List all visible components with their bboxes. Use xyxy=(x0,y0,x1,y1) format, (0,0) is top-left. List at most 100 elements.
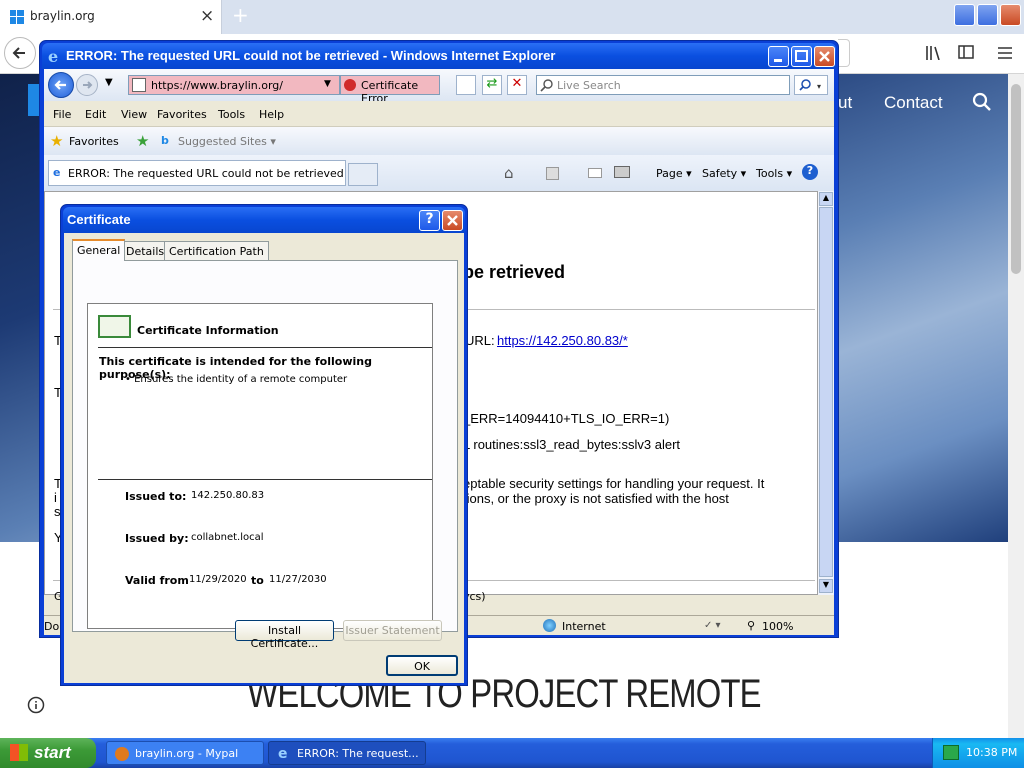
issued-to-value: 142.250.80.83 xyxy=(191,490,265,501)
home-icon[interactable]: ⌂ xyxy=(504,164,514,182)
maximize-button[interactable] xyxy=(977,4,998,26)
help-button[interactable]: ? xyxy=(419,210,440,231)
ie-window-title: ERROR: The requested URL could not be re… xyxy=(66,48,556,63)
forward-button[interactable] xyxy=(76,74,98,96)
address-dropdown-icon[interactable]: ▼ xyxy=(324,79,331,89)
close-tab-icon[interactable]: × xyxy=(200,6,214,26)
clock[interactable]: 10:38 PM xyxy=(966,746,1017,759)
site-nav-partial[interactable]: ut xyxy=(838,93,852,113)
zoom-level[interactable]: 100% xyxy=(762,620,793,633)
tools-menu[interactable]: Tools ▾ xyxy=(756,167,792,180)
ie-logo-icon: e xyxy=(47,48,63,64)
ie-tab-title: ERROR: The requested URL could not be re… xyxy=(68,167,344,180)
zoom-icon: ⚲ xyxy=(747,619,756,632)
divider xyxy=(98,347,432,348)
site-search-icon[interactable] xyxy=(972,92,992,112)
ie-close-button[interactable] xyxy=(814,46,835,67)
scroll-down-arrow[interactable]: ▼ xyxy=(819,579,833,593)
stop-icon[interactable]: ✕ xyxy=(507,75,527,95)
ie-title-bar[interactable]: e ERROR: The requested URL could not be … xyxy=(42,43,836,69)
tab-certification-path[interactable]: Certification Path xyxy=(164,241,269,260)
menu-edit[interactable]: Edit xyxy=(85,108,106,121)
compat-view-icon[interactable] xyxy=(456,75,476,95)
zone-label: Internet xyxy=(562,620,606,633)
outer-tab-title: braylin.org xyxy=(30,9,95,23)
page-scrollbar[interactable] xyxy=(1008,74,1024,738)
url-link[interactable]: https://142.250.80.83/* xyxy=(497,333,628,348)
close-button[interactable] xyxy=(1000,4,1021,26)
start-label: start xyxy=(34,743,71,762)
ie-active-tab[interactable]: e ERROR: The requested URL could not be … xyxy=(48,160,346,186)
suggested-sites-button[interactable]: Suggested Sites ▾ xyxy=(178,135,276,148)
favorites-button[interactable]: Favorites xyxy=(69,135,119,148)
new-tab-button[interactable]: + xyxy=(232,3,249,27)
ie-scrollbar[interactable]: ▲ ▼ xyxy=(818,191,834,595)
certificate-error-button[interactable]: Certificate Error xyxy=(340,75,440,105)
para-line-1: eptable security settings for handling y… xyxy=(463,476,765,491)
outer-url-bar[interactable] xyxy=(838,39,850,67)
safety-menu[interactable]: Safety ▾ xyxy=(702,167,746,180)
protected-mode-icon[interactable]: ✓ ▾ xyxy=(704,620,721,631)
body-frag-i: i xyxy=(54,490,57,505)
certificate-title-bar[interactable]: Certificate ? xyxy=(63,207,465,233)
ie-minimize-button[interactable] xyxy=(768,46,789,67)
info-icon[interactable] xyxy=(27,696,45,714)
minimize-button[interactable] xyxy=(954,4,975,26)
refresh-icon[interactable]: ⇄ xyxy=(482,75,502,95)
taskbar-item-ie[interactable]: e ERROR: The request... xyxy=(268,741,426,765)
mypal-icon xyxy=(115,747,129,761)
search-field[interactable]: Live Search xyxy=(536,75,790,95)
error-line-2: L routines:ssl3_read_bytes:sslv3 alert xyxy=(463,437,681,452)
valid-to-label: to xyxy=(251,574,264,587)
menu-view[interactable]: View xyxy=(121,108,147,121)
tab-general[interactable]: General xyxy=(72,239,126,261)
certificate-close-button[interactable] xyxy=(442,210,463,231)
taskbar-item-label: braylin.org - Mypal xyxy=(135,747,239,760)
scroll-thumb[interactable] xyxy=(819,207,833,577)
error-line-1: _ERR=14094410+TLS_IO_ERR=1) xyxy=(463,411,670,426)
network-icon[interactable] xyxy=(943,745,959,760)
suggested-sites-icon: b xyxy=(161,134,169,147)
search-button[interactable]: ▾ xyxy=(794,75,828,95)
para-line-2: tions, or the proxy is not satisfied wit… xyxy=(463,491,729,506)
history-dropdown-icon[interactable]: ▼ xyxy=(105,77,113,88)
library-icon[interactable] xyxy=(926,46,942,60)
print-icon[interactable] xyxy=(614,166,630,178)
taskbar-item-mypal[interactable]: braylin.org - Mypal xyxy=(106,741,264,765)
new-tab-button[interactable] xyxy=(348,163,378,186)
menu-tools[interactable]: Tools xyxy=(218,108,245,121)
page-menu[interactable]: Page ▾ xyxy=(656,167,692,180)
menu-help[interactable]: Help xyxy=(259,108,284,121)
address-bar[interactable]: https://www.braylin.org/ xyxy=(128,75,340,95)
ok-button[interactable]: OK xyxy=(386,655,458,676)
menu-icon[interactable] xyxy=(998,46,1012,60)
menu-favorites[interactable]: Favorites xyxy=(157,108,207,121)
install-certificate-button[interactable]: Install Certificate... xyxy=(235,620,334,650)
tab-details[interactable]: Details xyxy=(121,241,170,260)
page-scrollbar-thumb[interactable] xyxy=(1011,84,1021,274)
favorites-star-icon[interactable]: ★ xyxy=(50,132,63,150)
back-button[interactable] xyxy=(4,37,36,69)
svg-text:e: e xyxy=(48,48,58,64)
windows-logo-icon xyxy=(10,10,24,24)
certificate-title: Certificate xyxy=(67,212,131,227)
add-favorites-icon[interactable]: ★ xyxy=(136,132,149,150)
outer-tab[interactable]: braylin.org × xyxy=(0,0,222,34)
search-placeholder: Live Search xyxy=(557,79,621,92)
certificate-icon xyxy=(98,315,131,338)
error-heading: be retrieved xyxy=(463,262,566,282)
menu-file[interactable]: File xyxy=(53,108,71,121)
valid-from-value: 11/29/2020 xyxy=(189,574,247,585)
mail-icon[interactable] xyxy=(588,168,602,178)
back-button[interactable] xyxy=(48,72,74,98)
help-icon[interactable]: ? xyxy=(802,164,818,180)
start-button[interactable]: start xyxy=(0,738,96,768)
site-nav-contact[interactable]: Contact xyxy=(884,93,943,113)
ie-maximize-button[interactable] xyxy=(791,46,812,67)
rss-icon[interactable] xyxy=(546,167,559,180)
address-url: https://www.braylin.org/ xyxy=(151,79,283,92)
shield-error-icon xyxy=(344,79,356,91)
issuer-statement-button: Issuer Statement xyxy=(343,620,442,641)
sidebar-icon[interactable] xyxy=(958,45,974,59)
scroll-up-arrow[interactable]: ▲ xyxy=(819,192,833,206)
